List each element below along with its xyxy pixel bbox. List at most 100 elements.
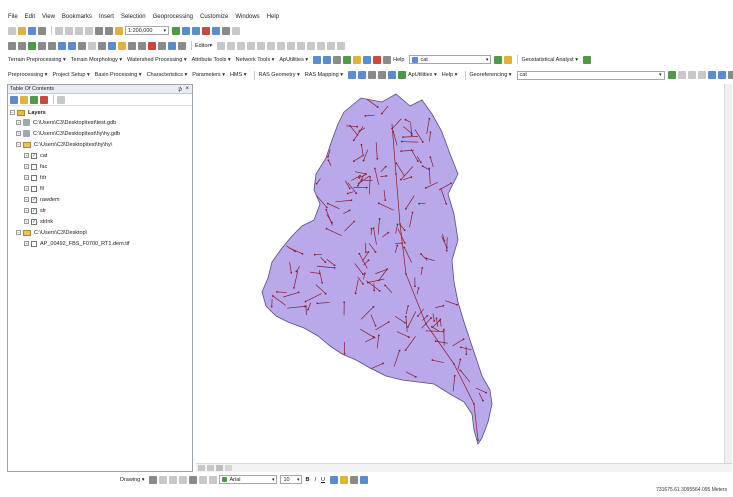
find-icon[interactable] — [148, 41, 156, 50]
toc-item-fil[interactable]: + fil — [24, 184, 44, 193]
editor-toolbar-icon[interactable] — [172, 26, 180, 35]
bold-button[interactable]: B — [305, 477, 309, 483]
select-features-icon[interactable] — [78, 41, 86, 50]
pencil-icon[interactable] — [383, 55, 392, 64]
help-menu[interactable]: Help — [393, 57, 404, 63]
straight-segment-icon[interactable] — [227, 41, 236, 50]
zoom-out-icon[interactable] — [18, 41, 26, 50]
watershed-processing-menu[interactable]: Watershed Processing ▾ — [127, 57, 186, 63]
toc-item-desktop[interactable]: − C:\Users\C3\Desktop\ — [16, 228, 87, 237]
toc-item-test-gdb[interactable]: + C:\Users\C3\Desktop\test\test.gdb — [16, 118, 116, 127]
layers-dataframe[interactable]: − Layers — [10, 108, 46, 117]
expand-icon[interactable]: + — [24, 175, 29, 180]
point-delineation-icon[interactable] — [313, 55, 322, 64]
close-icon[interactable]: × — [185, 86, 189, 92]
expand-icon[interactable]: + — [16, 120, 21, 125]
editor-menu[interactable]: Editor▾ — [195, 43, 212, 49]
arctoolbox-icon[interactable] — [212, 26, 220, 35]
visibility-checkbox[interactable]: ✓ — [31, 207, 37, 214]
python-icon[interactable] — [222, 26, 230, 35]
new-icon[interactable] — [8, 26, 16, 35]
pause-drawing-icon[interactable] — [225, 465, 232, 471]
map-scale-combo[interactable]: 1:200,000 ▾ — [125, 26, 169, 35]
copy-icon[interactable] — [65, 26, 73, 35]
aputilities-menu-2[interactable]: ApUtilities ▾ — [408, 72, 437, 78]
time-slider-icon[interactable] — [168, 41, 176, 50]
geostat-tool-icon[interactable] — [583, 55, 592, 64]
menu-edit[interactable]: Edit — [25, 14, 35, 20]
ras-geometry-menu[interactable]: RAS Geometry ▾ — [258, 72, 299, 78]
back-extent-icon[interactable] — [58, 41, 66, 50]
menu-insert[interactable]: Insert — [99, 14, 114, 20]
zoom-whole-page-icon[interactable] — [169, 475, 178, 484]
shift-georef-icon[interactable] — [687, 71, 696, 79]
layout-view-button[interactable] — [207, 465, 214, 471]
visibility-checkbox[interactable]: ✓ — [31, 218, 37, 225]
characteristics-menu[interactable]: Characteristics ▾ — [147, 72, 188, 78]
pan-icon[interactable] — [28, 41, 36, 50]
attributes-icon[interactable] — [317, 41, 326, 50]
visibility-checkbox[interactable] — [31, 174, 37, 181]
edit-tool-icon[interactable] — [217, 41, 226, 50]
rotate-georef-icon[interactable] — [677, 71, 686, 79]
network-tools-menu[interactable]: Network Tools ▾ — [236, 57, 275, 63]
model-builder-icon[interactable] — [232, 26, 240, 35]
list-by-visibility-icon[interactable] — [30, 95, 38, 104]
save-icon[interactable] — [28, 26, 36, 35]
forward-extent-icon[interactable] — [68, 41, 76, 50]
ras-profile-icon[interactable] — [367, 71, 376, 79]
search-window-icon[interactable] — [202, 26, 210, 35]
ras-layer-icon[interactable] — [347, 71, 356, 79]
edit-vertices-icon[interactable] — [267, 41, 276, 50]
visibility-checkbox[interactable]: ✓ — [31, 196, 37, 203]
undo-icon[interactable] — [95, 26, 103, 35]
font-size-combo[interactable]: 10 ▾ — [280, 475, 303, 484]
html-popup-icon[interactable] — [128, 41, 136, 50]
hms-menu[interactable]: HMS ▾ — [230, 72, 247, 78]
expand-icon[interactable]: + — [24, 186, 29, 191]
terrain-preprocessing-menu[interactable]: Terrain Preprocessing ▾ — [8, 57, 66, 63]
ras-export-icon[interactable] — [387, 71, 396, 79]
refresh-icon[interactable] — [216, 465, 223, 471]
georeferencing-layer-combo[interactable]: cat ▾ — [516, 70, 665, 80]
geostat-wizard-icon[interactable] — [494, 55, 503, 64]
font-combo[interactable]: Arial ▾ — [219, 475, 278, 484]
create-features-icon[interactable] — [337, 41, 346, 50]
aputilities-menu[interactable]: ApUtilities ▾ — [279, 57, 308, 63]
attribute-tools-menu[interactable]: Attribute Tools ▾ — [192, 57, 231, 63]
measure-icon[interactable] — [138, 41, 146, 50]
target-layer-combo[interactable]: cat ▾ — [409, 55, 492, 64]
rotate-tool-icon[interactable] — [159, 475, 168, 484]
rotate-icon[interactable] — [307, 41, 316, 50]
help-menu-2[interactable]: Help ▾ — [442, 72, 458, 78]
line-color-icon[interactable] — [349, 475, 358, 484]
cut-polygons-icon[interactable] — [287, 41, 296, 50]
fixed-zoom-in-icon[interactable] — [48, 41, 56, 50]
ras-import-icon[interactable] — [397, 71, 406, 79]
toc-options-icon[interactable] — [57, 95, 65, 104]
rectangle-tool-icon[interactable] — [179, 475, 188, 484]
marker-color-icon[interactable] — [359, 475, 368, 484]
print-icon[interactable] — [38, 26, 46, 35]
menu-bookmarks[interactable]: Bookmarks — [62, 14, 92, 20]
zoom-in-icon[interactable] — [8, 41, 16, 50]
expand-icon[interactable]: + — [24, 164, 29, 169]
visibility-checkbox[interactable] — [31, 163, 37, 170]
list-by-selection-icon[interactable] — [40, 95, 48, 104]
collapse-icon[interactable]: − — [10, 110, 15, 115]
geostat-chart-icon[interactable] — [504, 55, 513, 64]
visibility-checkbox[interactable]: ✓ — [31, 152, 37, 159]
parameters-menu[interactable]: Parameters ▾ — [192, 72, 225, 78]
globe-icon[interactable] — [363, 55, 372, 64]
collapse-icon[interactable]: − — [16, 142, 21, 147]
hyperlink-icon[interactable] — [118, 41, 126, 50]
scale-georef-icon[interactable] — [697, 71, 706, 79]
sketch-properties-icon[interactable] — [327, 41, 336, 50]
collapse-icon[interactable]: − — [16, 230, 21, 235]
route-icon[interactable] — [158, 41, 166, 50]
add-data-icon[interactable] — [115, 26, 123, 35]
trace-downstream-icon[interactable] — [333, 55, 342, 64]
menu-geoprocessing[interactable]: Geoprocessing — [153, 14, 193, 20]
batch-delineation-icon[interactable] — [323, 55, 332, 64]
trace-icon[interactable] — [247, 41, 256, 50]
